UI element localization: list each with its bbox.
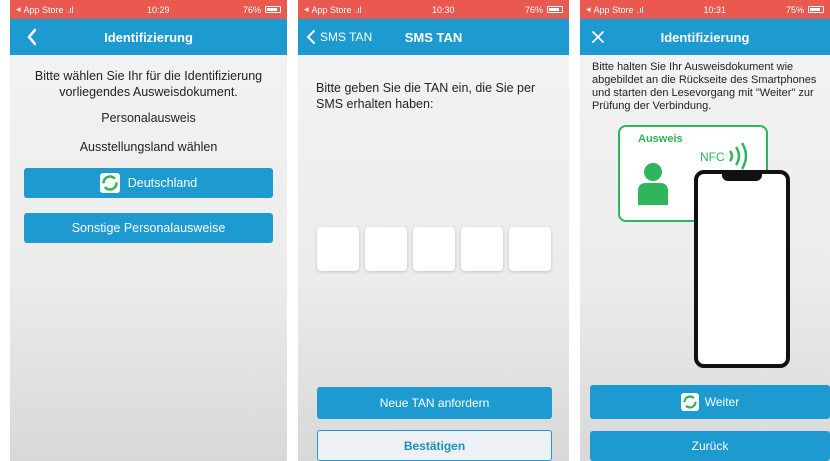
nfc-label: NFC bbox=[700, 150, 725, 164]
next-button[interactable]: Weiter bbox=[590, 385, 830, 419]
intro-text: Bitte wählen Sie Ihr für die Identifizie… bbox=[34, 69, 263, 99]
status-app-store: App Store bbox=[23, 4, 64, 15]
screen-sms-tan: ◂ App Store .ıl 10:30 76% SMS TAN SMS TAN … bbox=[298, 0, 569, 461]
request-new-tan-label: Neue TAN anfordern bbox=[379, 396, 490, 410]
status-battery: 76% bbox=[524, 4, 543, 15]
status-bar: ◂ App Store .ıl 10:31 75% bbox=[580, 0, 830, 19]
back-button[interactable] bbox=[20, 25, 44, 49]
status-time: 10:30 bbox=[432, 4, 455, 15]
next-button-label: Weiter bbox=[704, 395, 740, 409]
tan-digit-5[interactable] bbox=[509, 227, 551, 271]
back-button-label: SMS TAN bbox=[320, 30, 373, 44]
page-title: Identifizierung bbox=[660, 29, 750, 45]
tan-digit-4[interactable] bbox=[461, 227, 503, 271]
nav-bar: Identifizierung bbox=[580, 19, 830, 55]
page-title: Identifizierung bbox=[104, 29, 193, 45]
status-bar: ◂ App Store .ıl 10:30 76% bbox=[298, 0, 569, 19]
screen-identification-country: ◂ App Store .ıl 10:29 76% Identifizierung … bbox=[10, 0, 287, 461]
confirm-button[interactable]: Bestätigen bbox=[317, 430, 552, 461]
chevron-left-icon bbox=[27, 28, 37, 46]
status-time: 10:31 bbox=[703, 4, 727, 15]
status-battery: 75% bbox=[785, 4, 804, 15]
chevron-left-icon bbox=[306, 30, 315, 44]
document-type: Personalausweis bbox=[101, 111, 196, 125]
nfc-instructions: Bitte halten Sie Ihr Ausweisdokument wie… bbox=[592, 61, 817, 112]
nav-bar: Identifizierung bbox=[10, 19, 287, 55]
germany-button-label: Deutschland bbox=[127, 176, 198, 190]
request-new-tan-button[interactable]: Neue TAN anfordern bbox=[317, 387, 552, 419]
country-prompt: Ausstellungsland wählen bbox=[79, 140, 218, 154]
close-button[interactable] bbox=[586, 25, 610, 49]
back-button[interactable]: SMS TAN bbox=[306, 19, 372, 55]
tan-digit-2[interactable] bbox=[365, 227, 407, 271]
battery-icon bbox=[808, 6, 824, 13]
card-label: Ausweis bbox=[638, 133, 683, 145]
nav-bar: SMS TAN SMS TAN bbox=[298, 19, 569, 55]
nfc-waves-icon bbox=[728, 142, 748, 170]
screen-nfc-instructions: ◂ App Store .ıl 10:31 75% Identifizierung … bbox=[580, 0, 830, 461]
other-ids-button-label: Sonstige Personalausweise bbox=[71, 221, 226, 235]
other-ids-button[interactable]: Sonstige Personalausweise bbox=[24, 213, 273, 243]
person-icon bbox=[638, 163, 668, 205]
status-app-store: App Store bbox=[311, 4, 352, 15]
back-to-previous-button[interactable]: Zurück bbox=[590, 431, 830, 461]
confirm-button-label: Bestätigen bbox=[403, 438, 466, 453]
battery-icon bbox=[265, 6, 281, 13]
status-app-store: App Store bbox=[593, 4, 634, 15]
tan-digit-1[interactable] bbox=[317, 227, 359, 271]
status-time: 10:29 bbox=[147, 4, 170, 15]
app-logo-icon bbox=[680, 393, 699, 411]
status-battery: 76% bbox=[242, 4, 261, 15]
germany-button[interactable]: Deutschland bbox=[24, 168, 273, 198]
battery-icon bbox=[547, 6, 563, 13]
smartphone-illustration bbox=[694, 170, 790, 368]
close-icon bbox=[592, 31, 604, 43]
status-bar: ◂ App Store .ıl 10:29 76% bbox=[10, 0, 287, 19]
app-logo-icon bbox=[99, 173, 120, 193]
page-title: SMS TAN bbox=[404, 29, 463, 45]
phone-notch bbox=[722, 173, 762, 181]
back-to-previous-label: Zurück bbox=[691, 439, 729, 453]
tan-prompt: Bitte geben Sie die TAN ein, die Sie per… bbox=[316, 81, 536, 111]
tan-digit-3[interactable] bbox=[413, 227, 455, 271]
